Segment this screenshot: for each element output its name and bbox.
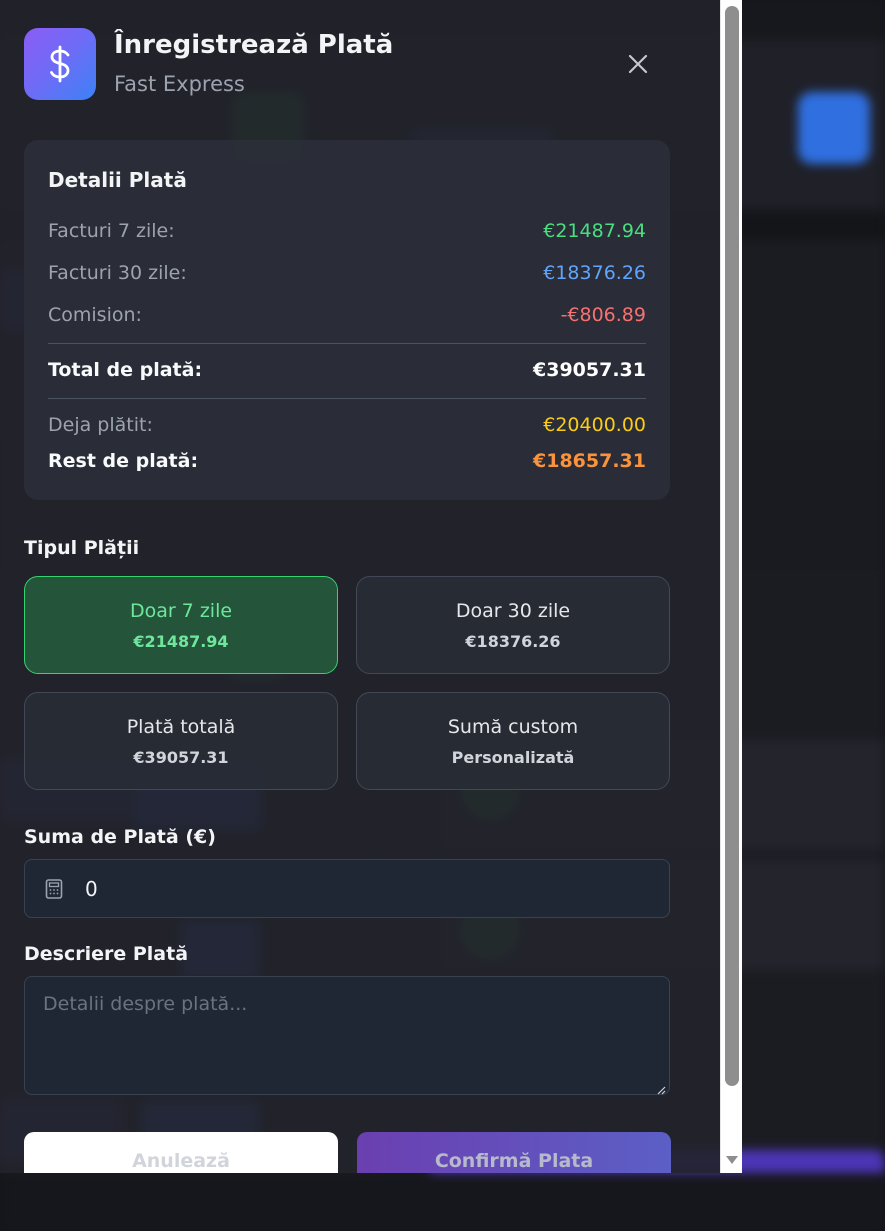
- rest-label: Rest de plată:: [48, 450, 199, 472]
- scrollbar-thumb[interactable]: [725, 6, 739, 1086]
- detail-row-7-days: Facturi 7 zile: €21487.94: [48, 220, 646, 242]
- description-label: Descriere Plată: [24, 943, 189, 965]
- detail-row-rest: Rest de plată: €18657.31: [48, 450, 646, 472]
- option-custom[interactable]: Sumă custom Personalizată: [356, 692, 670, 790]
- amount-input[interactable]: [85, 860, 645, 917]
- amount-field[interactable]: [24, 859, 670, 918]
- close-icon[interactable]: [624, 50, 652, 78]
- option-title: Plată totală: [126, 715, 236, 738]
- paid-value: €20400.00: [543, 414, 646, 436]
- detail-value: -€806.89: [560, 304, 646, 326]
- option-amount: €21487.94: [133, 631, 229, 651]
- modal-header: Înregistrează Plată Fast Express: [24, 28, 664, 100]
- detail-row-total: Total de plată: €39057.31: [48, 359, 646, 381]
- detail-label: Facturi 7 zile:: [48, 220, 175, 242]
- cancel-button[interactable]: Anulează: [24, 1132, 338, 1173]
- detail-label: Facturi 30 zile:: [48, 262, 187, 284]
- detail-row-30-days: Facturi 30 zile: €18376.26: [48, 262, 646, 284]
- option-7-days[interactable]: Doar 7 zile €21487.94: [24, 576, 338, 674]
- option-amount: €39057.31: [133, 747, 229, 767]
- detail-row-paid: Deja plătit: €20400.00: [48, 414, 646, 436]
- scroll-down-icon[interactable]: [726, 1156, 738, 1164]
- option-30-days[interactable]: Doar 30 zile €18376.26: [356, 576, 670, 674]
- modal-title: Înregistrează Plată: [114, 30, 394, 60]
- total-value: €39057.31: [533, 359, 646, 381]
- option-amount: €18376.26: [465, 631, 561, 651]
- divider: [48, 398, 646, 399]
- rest-value: €18657.31: [533, 450, 646, 472]
- payment-type-label: Tipul Plății: [24, 537, 140, 559]
- confirm-payment-button[interactable]: Confirmă Plata: [357, 1132, 671, 1173]
- resize-grip-icon[interactable]: [656, 1080, 666, 1099]
- calculator-icon: [45, 879, 63, 903]
- dollar-icon: [24, 28, 96, 100]
- detail-value: €18376.26: [543, 262, 646, 284]
- option-title: Sumă custom: [447, 715, 579, 738]
- divider: [48, 343, 646, 344]
- scrollbar[interactable]: [720, 0, 742, 1173]
- detail-row-commission: Comision: -€806.89: [48, 304, 646, 326]
- option-total[interactable]: Plată totală €39057.31: [24, 692, 338, 790]
- option-title: Doar 7 zile: [129, 599, 233, 622]
- payment-modal: Înregistrează Plată Fast Express Detalii…: [0, 0, 720, 1173]
- amount-label: Suma de Plată (€): [24, 826, 216, 848]
- description-textarea[interactable]: [24, 976, 670, 1095]
- option-amount: Personalizată: [451, 747, 575, 767]
- paid-label: Deja plătit:: [48, 414, 153, 436]
- total-label: Total de plată:: [48, 359, 203, 381]
- option-title: Doar 30 zile: [455, 599, 571, 622]
- detail-label: Comision:: [48, 304, 142, 326]
- detail-value: €21487.94: [543, 220, 646, 242]
- payment-details-card: Detalii Plată Facturi 7 zile: €21487.94 …: [24, 140, 670, 500]
- details-title: Detalii Plată: [48, 168, 187, 192]
- modal-subtitle: Fast Express: [114, 72, 245, 96]
